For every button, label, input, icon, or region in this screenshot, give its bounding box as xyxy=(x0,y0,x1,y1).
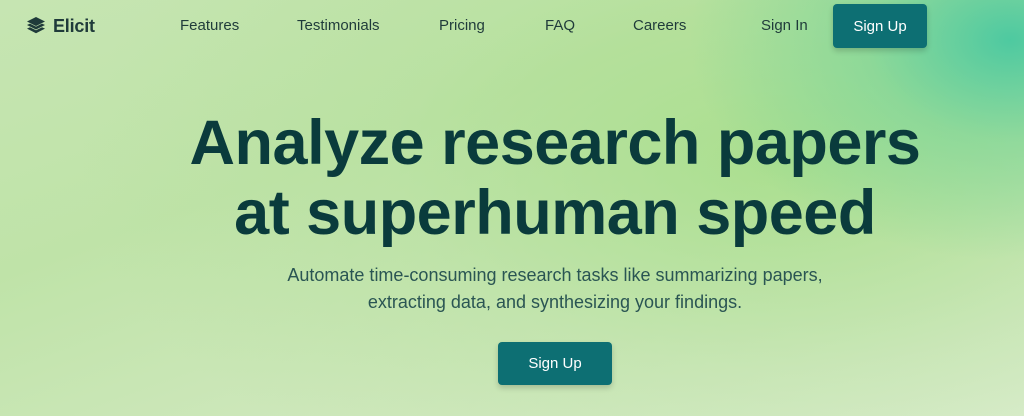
hero-subtitle: Automate time-consuming research tasks l… xyxy=(0,262,1024,316)
brand-logo[interactable]: Elicit xyxy=(26,14,95,38)
nav-link-faq[interactable]: FAQ xyxy=(545,17,575,34)
stacked-layers-icon xyxy=(27,17,45,34)
hero-title-line-1: Analyze research papers xyxy=(189,108,921,178)
nav-link-features[interactable]: Features xyxy=(180,17,239,34)
sign-in-link[interactable]: Sign In xyxy=(761,17,808,34)
nav-sign-up-button[interactable]: Sign Up xyxy=(833,4,927,48)
hero-title: Analyze research papers at superhuman sp… xyxy=(0,108,1024,248)
nav-link-careers[interactable]: Careers xyxy=(633,17,686,34)
hero-subtitle-line-2: extracting data, and synthesizing your f… xyxy=(367,292,743,312)
brand-name: Elicit xyxy=(53,15,95,36)
nav-link-testimonials[interactable]: Testimonials xyxy=(297,17,380,34)
hero-sign-up-button[interactable]: Sign Up xyxy=(498,342,612,385)
hero-subtitle-line-1: Automate time-consuming research tasks l… xyxy=(287,265,823,285)
top-navigation: Elicit Features Testimonials Pricing FAQ… xyxy=(0,0,1024,52)
nav-link-pricing[interactable]: Pricing xyxy=(439,17,485,34)
hero-title-line-2: at superhuman speed xyxy=(234,178,876,248)
